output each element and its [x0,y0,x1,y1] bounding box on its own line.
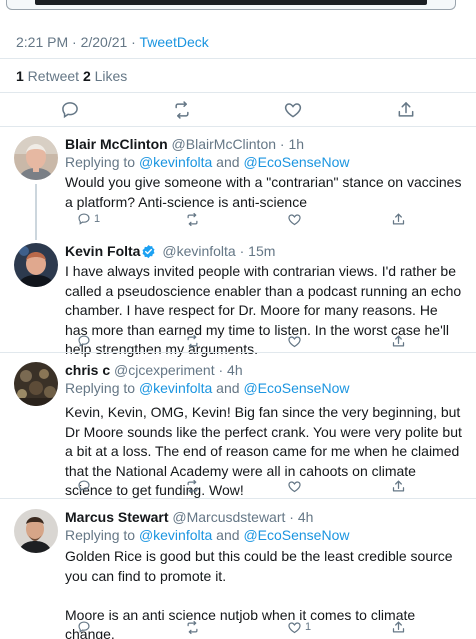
retweets-label[interactable]: Retweet [24,68,83,84]
display-name[interactable]: Marcus Stewart [65,509,168,525]
reply-button[interactable] [77,332,94,350]
display-name[interactable]: chris c [65,362,110,378]
retweet-button[interactable] [185,332,203,350]
tweet-timestamp: 2:21 PM · 2/20/21 · [16,34,140,50]
likes-label[interactable]: Likes [91,68,128,84]
share-icon[interactable] [396,100,416,120]
tweet-header: chris c @cjcexperiment · 4h [65,361,464,379]
reply-icon [77,334,91,348]
retweet-icon [185,620,200,635]
reply-tweet[interactable]: chris c @cjcexperiment · 4h Replying to … [0,352,476,498]
reply-icon [77,479,91,493]
media-preview-image [35,0,427,5]
replying-and: and [212,380,244,396]
like-icon[interactable] [283,100,303,120]
display-name[interactable]: Kevin Folta [65,243,140,259]
tweet-header: Marcus Stewart @Marcusdstewart · 4h [65,508,464,526]
divider [0,58,476,59]
avatar[interactable] [14,362,58,406]
replying-to: Replying to @kevinfolta and @EcoSenseNow [65,526,464,544]
share-button[interactable] [391,618,406,636]
replying-and: and [212,154,244,170]
handle-time[interactable]: @Marcusdstewart · 4h [168,509,313,525]
mention-link[interactable]: @kevinfolta [139,527,212,543]
handle-time[interactable]: @BlairMcClinton · 1h [168,136,305,152]
retweet-button[interactable] [185,210,203,228]
reply-icon [77,212,91,226]
like-icon [287,334,302,349]
tweet-stats: 1 Retweet 2 Likes [16,68,127,84]
share-icon [391,212,406,227]
divider [0,92,476,93]
like-count: 1 [305,621,312,633]
reply-button[interactable]: 1 [77,210,100,228]
retweet-icon [185,479,200,494]
verified-badge-icon [141,244,156,259]
share-icon [391,620,406,635]
tweet-client-link[interactable]: TweetDeck [139,34,208,50]
tweet-header: Blair McClinton @BlairMcClinton · 1h [65,135,464,153]
mention-link[interactable]: @EcoSenseNow [243,154,349,170]
share-icon [391,479,406,494]
tweet-text: Would you give someone with a "contraria… [65,174,462,210]
reply-tweet[interactable]: Kevin Folta @kevinfolta · 15m I have alw… [0,240,476,357]
like-button[interactable]: 1 [287,618,311,636]
retweet-button[interactable] [185,477,203,495]
mention-link[interactable]: @EcoSenseNow [243,380,349,396]
like-icon [287,479,302,494]
replying-prefix: Replying to [65,380,139,396]
avatar[interactable] [14,243,58,287]
tweet-actions [65,477,476,497]
like-button[interactable] [287,332,305,350]
replying-to: Replying to @kevinfolta and @EcoSenseNow [65,379,464,397]
tweet-actions: 1 [65,618,476,638]
retweet-icon[interactable] [172,100,192,120]
share-button[interactable] [391,332,406,350]
media-preview[interactable] [6,0,456,10]
retweet-button[interactable] [185,618,203,636]
reply-icon[interactable] [60,100,80,120]
like-icon [287,212,302,227]
reply-tweet[interactable]: Blair McClinton @BlairMcClinton · 1h Rep… [0,126,476,240]
main-tweet-actions [0,96,476,126]
replying-to: Replying to @kevinfolta and @EcoSenseNow [65,153,464,171]
retweets-count[interactable]: 1 [16,68,24,84]
mention-link[interactable]: @EcoSenseNow [243,527,349,543]
tweet-content: Blair McClinton @BlairMcClinton · 1h Rep… [65,135,464,212]
thread-line [35,184,37,240]
handle-time[interactable]: @kevinfolta · 15m [158,243,275,259]
mention-link[interactable]: @kevinfolta [139,380,212,396]
display-name[interactable]: Blair McClinton [65,136,168,152]
retweet-icon [185,334,200,349]
reply-icon [77,620,91,634]
replying-prefix: Replying to [65,527,139,543]
tweet-actions [65,332,476,352]
share-button[interactable] [391,210,406,228]
reply-button[interactable] [77,477,94,495]
avatar[interactable] [14,509,58,553]
avatar[interactable] [14,136,58,180]
tweet-header: Kevin Folta @kevinfolta · 15m [65,242,464,260]
likes-count[interactable]: 2 [83,68,91,84]
like-button[interactable] [287,210,305,228]
tweet-actions: 1 [65,210,476,230]
like-button[interactable] [287,477,305,495]
tweet-meta: 2:21 PM · 2/20/21 · TweetDeck [16,34,209,50]
handle-time[interactable]: @cjcexperiment · 4h [110,362,243,378]
reply-count: 1 [94,213,101,225]
reply-button[interactable] [77,618,94,636]
share-icon [391,334,406,349]
retweet-icon [185,212,200,227]
mention-link[interactable]: @kevinfolta [139,154,212,170]
like-icon [287,620,302,635]
replying-and: and [212,527,244,543]
reply-tweet[interactable]: Marcus Stewart @Marcusdstewart · 4h Repl… [0,498,476,639]
share-button[interactable] [391,477,406,495]
replying-prefix: Replying to [65,154,139,170]
